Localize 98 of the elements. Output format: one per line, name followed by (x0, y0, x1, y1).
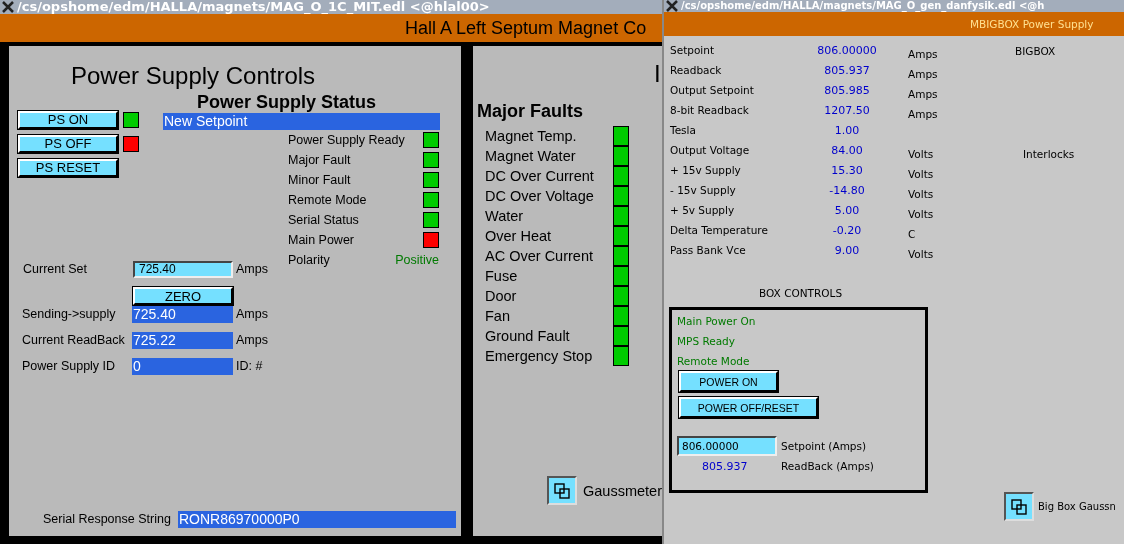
window-title: /cs/opshome/edm/HALLA/magnets/MAG_O_gen_danfysik.edl <@h (681, 0, 1045, 12)
fault-label: Water (485, 208, 524, 224)
fault-label: Fan (485, 308, 510, 324)
status-text: MPS Ready (677, 335, 736, 349)
reading-label: - 15v Supply (670, 184, 737, 196)
reading-label: Delta Temperature (670, 224, 769, 236)
unit-label: Volts (908, 148, 934, 160)
banner-title: Hall A Left Septum Magnet Co (405, 17, 647, 39)
unit-label: Amps (908, 48, 938, 60)
reading-value: 1.00 (833, 124, 861, 137)
status-message: New Setpoint (163, 113, 440, 130)
unit-label: C (908, 228, 916, 240)
fault-label: Emergency Stop (485, 348, 593, 364)
status-text: Remote Mode (677, 355, 751, 369)
fault-label: Ground Fault (485, 328, 570, 344)
power-button[interactable]: POWER OFF/RESET (679, 397, 818, 418)
fault-label: Magnet Temp. (485, 128, 577, 144)
section-label: Interlocks (1023, 148, 1075, 160)
banner-title: MBIGBOX Power Supply (970, 18, 1094, 30)
unit-label: Amps (236, 262, 268, 276)
reading-label: 8-bit Readback (670, 104, 750, 116)
fault-label: DC Over Voltage (485, 188, 594, 204)
section-title: Power Supply Status (197, 92, 378, 113)
reading-value: 5.00 (833, 204, 861, 217)
readout-value: 725.22 (132, 331, 233, 349)
reading-label: + 15v Supply (670, 164, 742, 176)
reading-label: Output Setpoint (670, 84, 755, 96)
fault-label: Fuse (485, 268, 518, 284)
fault-label: Magnet Water (485, 148, 576, 164)
panel-title: Power Supply Controls (71, 62, 317, 90)
related-display-button[interactable] (547, 476, 577, 505)
status-label: Remote Mode (288, 193, 367, 207)
status-label: Major Fault (288, 153, 351, 167)
power-supply-button[interactable]: PS OFF (18, 135, 118, 153)
close-icon[interactable] (666, 0, 678, 12)
status-label: Power Supply Ready (288, 133, 405, 147)
reading-value: 9.00 (833, 244, 861, 257)
reading-value: 84.00 (830, 144, 864, 157)
reading-label: Pass Bank Vce (670, 244, 747, 256)
readout-value: 0 (132, 357, 233, 375)
current-set-field[interactable]: 725.40 (133, 260, 233, 278)
unit-label: Amps (236, 307, 268, 321)
zero-button[interactable]: ZERO (133, 287, 233, 305)
unit-label: Volts (908, 188, 934, 200)
reading-value: 15.30 (830, 164, 864, 177)
status-label: Polarity (288, 253, 330, 267)
reading-value: 1207.50 (823, 104, 871, 117)
reading-value: -0.20 (831, 224, 863, 237)
related-display-button[interactable] (1004, 492, 1034, 521)
reading-value: 806.00000 (816, 44, 878, 57)
reading-label: Readback (670, 64, 723, 76)
readback-value: 805.937 (701, 460, 749, 473)
overlapping-squares-icon (1011, 498, 1027, 515)
reading-value: 805.985 (823, 84, 871, 97)
readout-label: Sending->supply (22, 307, 117, 321)
window-title: /cs/opshome/edm/HALLA/magnets/MAG_O_1C_MIT.edl <@hlal00> (17, 0, 490, 14)
field-label: Current Set (23, 262, 88, 276)
button-label: Gaussmeter (583, 482, 662, 499)
fault-label: AC Over Current (485, 248, 593, 264)
readout-label: Serial Response String (43, 512, 172, 526)
polarity-value: Positive (395, 253, 439, 267)
section-title: BIGBOX (1015, 45, 1057, 57)
readout-value: RONR86970000P0 (178, 510, 456, 528)
setpoint-field[interactable]: 806.00000 (677, 436, 777, 456)
power-button[interactable]: POWER ON (679, 371, 778, 392)
readout-label: Power Supply ID (22, 359, 117, 373)
field-label: ReadBack (Amps) (781, 460, 874, 473)
unit-label: Volts (908, 168, 934, 180)
reading-value: 805.937 (823, 64, 871, 77)
unit-label: ID: # (236, 359, 263, 373)
reading-label: Setpoint (670, 44, 716, 56)
fault-label: Over Heat (485, 228, 552, 244)
reading-value: -14.80 (828, 184, 866, 197)
unit-label: Amps (908, 88, 938, 100)
field-label: Setpoint (Amps) (781, 440, 867, 452)
unit-label: Amps (908, 108, 938, 120)
reading-label: + 5v Supply (670, 204, 736, 216)
status-text: Main Power On (677, 315, 757, 329)
unit-label: Amps (236, 333, 268, 347)
reading-label: Tesla (670, 124, 697, 136)
close-icon[interactable] (2, 1, 14, 13)
fault-label: DC Over Current (485, 168, 594, 184)
overlapping-squares-icon (554, 482, 570, 499)
fault-label: Door (485, 288, 517, 304)
readout-label: Current ReadBack (22, 333, 126, 347)
status-label: Minor Fault (288, 173, 351, 187)
power-supply-button[interactable]: PS ON (18, 111, 118, 129)
panel-title: I (654, 60, 661, 88)
power-supply-button[interactable]: PS RESET (18, 159, 118, 177)
section-title: BOX CONTROLS (759, 287, 844, 299)
status-label: Serial Status (288, 213, 359, 227)
button-label: Big Box Gaussn (1038, 501, 1116, 512)
unit-label: Amps (908, 68, 938, 80)
unit-label: Volts (908, 248, 934, 260)
unit-label: Volts (908, 208, 934, 220)
status-label: Main Power (288, 233, 354, 247)
reading-label: Output Voltage (670, 144, 751, 156)
section-title: Major Faults (477, 101, 585, 121)
